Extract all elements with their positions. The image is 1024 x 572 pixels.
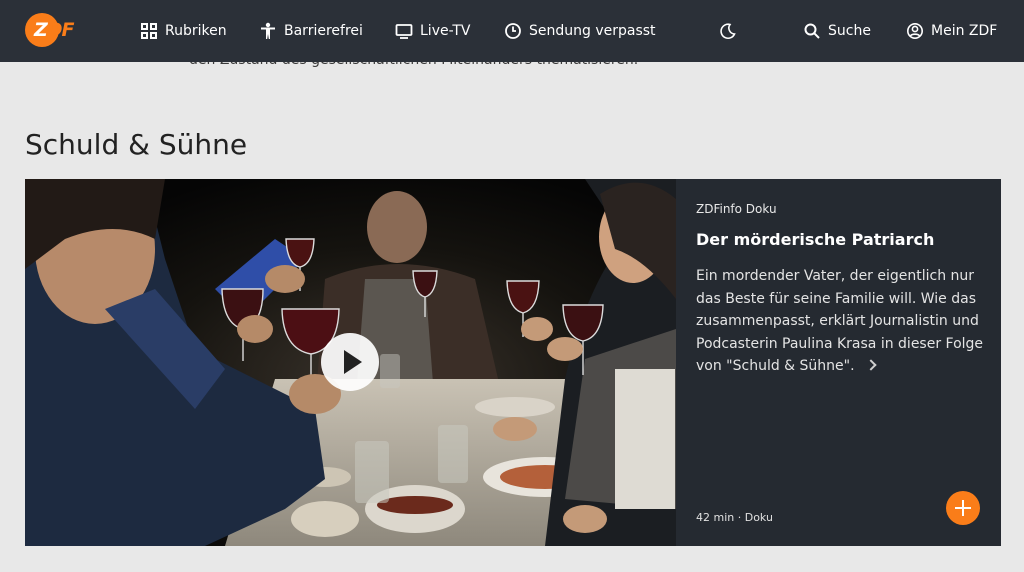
teaser-kicker: ZDFinfo Doku (696, 202, 777, 216)
accessibility-icon (259, 22, 277, 40)
zdf-logo[interactable]: ZDF (25, 13, 83, 47)
teaser-card: ZDFinfo Doku Der mörderische Patriarch E… (25, 179, 1001, 546)
teaser-title[interactable]: Der mörderische Patriarch (696, 229, 981, 251)
clock-icon (504, 22, 522, 40)
dark-mode-toggle[interactable] (719, 19, 744, 43)
account-label: Mein ZDF (931, 23, 998, 39)
grid-icon (140, 22, 158, 40)
section-title: Schuld & Sühne (25, 128, 248, 161)
teaser-meta: 42 min · Doku (696, 511, 773, 524)
zdf-logo-text: ZDF (34, 19, 75, 41)
nav-rubriken-label: Rubriken (165, 23, 227, 39)
chevron-right-icon[interactable] (864, 359, 877, 371)
nav-barrierefrei-label: Barrierefrei (284, 23, 363, 39)
user-icon (906, 22, 924, 40)
nav-rubriken[interactable]: Rubriken (140, 19, 227, 43)
search-button[interactable]: Suche (803, 19, 871, 43)
play-icon (344, 350, 362, 374)
play-button[interactable] (321, 333, 379, 391)
logo-text-accent: DF (46, 19, 75, 41)
nav-live-tv[interactable]: Live-TV (395, 19, 470, 43)
nav-live-tv-label: Live-TV (420, 23, 471, 39)
teaser-image[interactable] (25, 179, 676, 546)
nav-sendung-verpasst-label: Sendung verpasst (529, 23, 656, 39)
top-navigation-bar: ZDF Rubriken Barrierefrei Live-TV Sendun… (0, 0, 1024, 62)
account-button[interactable]: Mein ZDF (906, 19, 997, 43)
search-icon (803, 22, 821, 40)
teaser-description-block: Ein mordender Vater, der eigentlich nur … (696, 265, 986, 378)
nav-barrierefrei[interactable]: Barrierefrei (259, 19, 363, 43)
add-to-watchlist-button[interactable] (946, 491, 980, 525)
moon-icon (719, 22, 737, 40)
search-label: Suche (828, 23, 871, 39)
teaser-info-panel: ZDFinfo Doku Der mörderische Patriarch E… (676, 179, 1001, 546)
tv-icon (395, 22, 413, 40)
nav-sendung-verpasst[interactable]: Sendung verpasst (504, 19, 656, 43)
logo-text-main: Z (34, 19, 48, 41)
teaser-description: Ein mordender Vater, der eigentlich nur … (696, 268, 984, 374)
